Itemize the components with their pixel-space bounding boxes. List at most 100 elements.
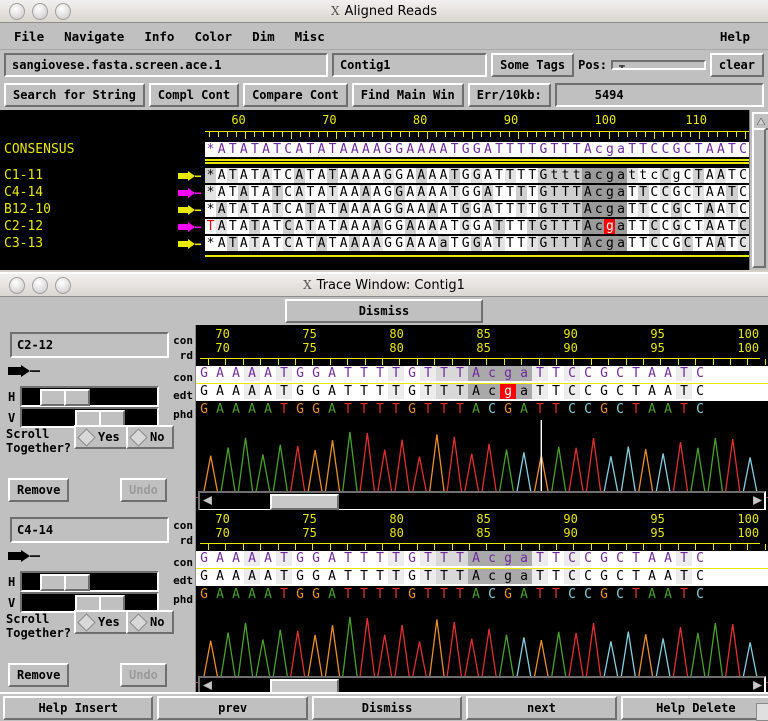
base-cell[interactable]: T xyxy=(626,236,638,251)
prev-button[interactable]: prev xyxy=(157,695,308,720)
base-cell[interactable]: A xyxy=(715,142,726,157)
base-cell[interactable]: T xyxy=(726,236,738,251)
remove-button[interactable]: Remove xyxy=(8,663,70,687)
trace-base-cell[interactable]: A xyxy=(260,551,276,566)
trace-base-cell[interactable]: T xyxy=(676,551,692,566)
base-cell[interactable]: A xyxy=(371,142,382,157)
help-delete-button[interactable]: Help Delete xyxy=(620,695,768,720)
trace-base-cell[interactable]: A xyxy=(660,384,676,399)
trace-base-cell[interactable]: A xyxy=(468,551,484,566)
base-cell[interactable]: T xyxy=(249,236,261,251)
trace-base-cell[interactable]: A xyxy=(260,402,276,417)
trace-read-name-field[interactable]: C2-12 xyxy=(10,332,169,358)
base-cell[interactable]: T xyxy=(693,236,705,251)
menu-file[interactable]: File xyxy=(8,27,50,46)
menu-dim[interactable]: Dim xyxy=(246,27,281,46)
trace-base-cell[interactable]: C xyxy=(580,384,596,399)
read-name-label[interactable]: C1-11 xyxy=(4,168,43,183)
trace-base-cell[interactable]: T xyxy=(436,551,452,566)
trace-base-cell[interactable]: A xyxy=(516,587,532,602)
base-cell[interactable]: T xyxy=(571,236,583,251)
trace-base-cell[interactable]: T xyxy=(436,569,452,584)
read-name-label[interactable]: C4-14 xyxy=(4,185,43,200)
base-cell[interactable]: T xyxy=(560,142,571,157)
trace-base-cell[interactable]: A xyxy=(516,402,532,417)
base-cell[interactable]: c xyxy=(593,219,605,234)
trace-panel-chromatogram[interactable]: 70 75 80 85 90 95 100 70 75 80 85 90 95 100 G A A A A T G G A T… xyxy=(196,510,768,696)
trace-base-cell[interactable]: a xyxy=(516,569,532,584)
compl-cont-button[interactable]: Compl Cont xyxy=(148,83,240,107)
scroll-together-yes-radio[interactable]: Yes xyxy=(74,425,130,449)
trace-base-cell[interactable]: T xyxy=(276,569,292,584)
trace-base-cell[interactable]: G xyxy=(404,366,420,381)
base-cell[interactable]: A xyxy=(426,168,438,183)
base-cell[interactable]: T xyxy=(504,202,516,217)
trace-base-cell[interactable]: A xyxy=(468,587,484,602)
trace-base-cell[interactable]: T xyxy=(628,384,644,399)
trace-base-cell[interactable]: A xyxy=(228,402,244,417)
base-cell[interactable]: C xyxy=(649,142,660,157)
base-cell[interactable]: T xyxy=(626,202,638,217)
base-cell[interactable]: A xyxy=(260,202,272,217)
base-cell[interactable]: A xyxy=(715,202,727,217)
h-slider-knob-right[interactable] xyxy=(64,574,91,591)
trace-base-cell[interactable]: A xyxy=(212,384,228,399)
base-cell[interactable]: a xyxy=(437,236,450,251)
trace-consensus-row[interactable]: GAAAATGGATTTTGTTTAcgaTTCCGCTAATC xyxy=(196,551,768,568)
trace-base-cell[interactable]: T xyxy=(276,384,292,399)
trace-base-cell[interactable]: G xyxy=(196,587,212,602)
base-cell[interactable]: T xyxy=(305,142,316,157)
base-cell[interactable]: A xyxy=(338,168,350,183)
trace-base-cell[interactable]: A xyxy=(644,366,660,381)
base-cell[interactable]: C xyxy=(737,219,749,234)
trace-base-cell[interactable]: C xyxy=(580,569,596,584)
base-cell[interactable]: T xyxy=(493,236,505,251)
base-cell[interactable]: c xyxy=(593,202,605,217)
base-cell[interactable]: G xyxy=(670,236,683,251)
horizontal-zoom-slider-row[interactable]: H xyxy=(8,386,160,407)
base-cell[interactable]: A xyxy=(338,185,350,200)
base-cell[interactable]: A xyxy=(582,202,594,217)
base-cell[interactable]: A xyxy=(260,236,272,251)
trace-base-cell[interactable]: C xyxy=(612,384,628,399)
acefile-field[interactable]: sangiovese.fasta.screen.ace.1 xyxy=(4,53,328,77)
trace-maximize-dot[interactable] xyxy=(32,276,48,294)
base-cell[interactable]: C xyxy=(682,142,693,157)
base-cell[interactable]: A xyxy=(582,219,594,234)
find-main-win-button[interactable]: Find Main Win xyxy=(351,83,464,107)
trace-base-cell[interactable]: T xyxy=(276,551,292,566)
trace-base-cell[interactable]: c xyxy=(484,366,500,381)
base-cell[interactable]: A xyxy=(349,142,360,157)
base-cell[interactable]: C xyxy=(659,185,671,200)
base-cell[interactable]: T xyxy=(271,202,283,217)
trace-base-cell[interactable]: T xyxy=(372,402,388,417)
scroll-right-arrow-icon[interactable] xyxy=(750,494,764,506)
base-cell[interactable]: T xyxy=(304,236,316,251)
base-cell[interactable]: A xyxy=(415,168,427,183)
base-cell[interactable]: T xyxy=(726,202,738,217)
base-cell[interactable]: A xyxy=(582,142,593,157)
base-cell[interactable]: G xyxy=(671,142,682,157)
clear-button[interactable]: clear xyxy=(709,53,764,77)
base-cell[interactable]: A xyxy=(238,142,249,157)
base-cell[interactable]: A xyxy=(338,142,349,157)
base-cell[interactable]: A xyxy=(704,219,716,234)
base-cell[interactable]: T xyxy=(327,219,339,234)
trace-base-cell[interactable]: A xyxy=(212,587,228,602)
trace-base-cell[interactable]: T xyxy=(340,366,356,381)
base-cell[interactable]: T xyxy=(626,185,638,200)
base-cell[interactable]: T xyxy=(637,219,649,234)
h-slider-knob-left[interactable] xyxy=(40,389,67,406)
trace-base-cell[interactable]: g xyxy=(500,384,516,399)
trace-base-cell[interactable]: T xyxy=(420,569,436,584)
base-cell[interactable]: A xyxy=(415,202,427,217)
base-cell[interactable]: a xyxy=(582,168,594,183)
trace-base-cell[interactable]: G xyxy=(308,402,324,417)
trace-base-cell[interactable]: C xyxy=(692,569,708,584)
alignment-vertical-scrollbar[interactable] xyxy=(749,110,768,270)
base-cell[interactable]: A xyxy=(315,236,328,251)
trace-base-cell[interactable]: T xyxy=(356,366,372,381)
trace-base-cell[interactable]: G xyxy=(404,384,420,399)
window-close-dot[interactable] xyxy=(55,2,71,20)
base-cell[interactable]: T xyxy=(560,202,572,217)
